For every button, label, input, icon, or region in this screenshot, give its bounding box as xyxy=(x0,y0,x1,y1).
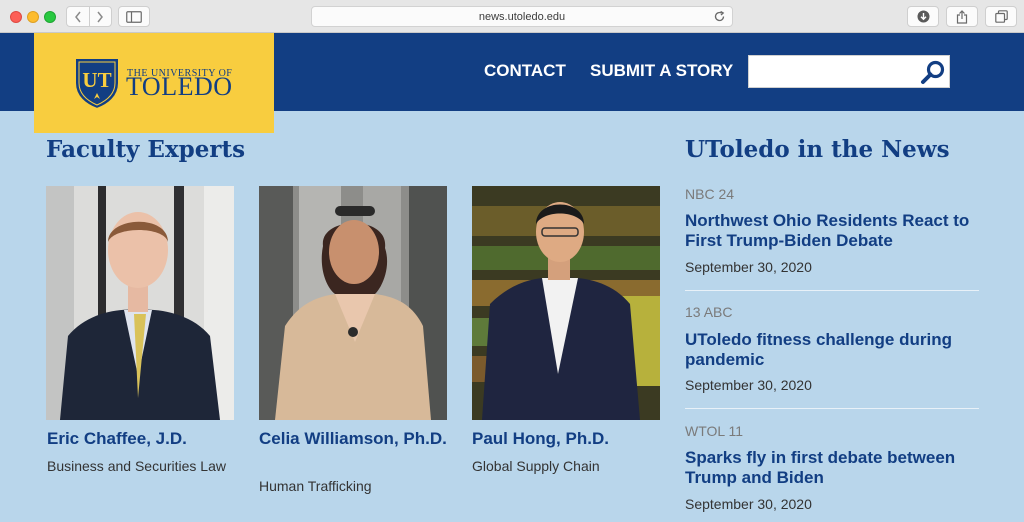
expert-specialty: Global Supply Chain xyxy=(472,458,600,474)
news-source: WTOL 11 xyxy=(685,423,744,439)
tab-overview-button[interactable] xyxy=(985,6,1017,27)
news-headline-link[interactable]: UToledo fitness challenge during pandemi… xyxy=(685,330,977,370)
shield-icon: UT xyxy=(74,57,120,111)
logo-monogram: UT xyxy=(82,68,111,92)
downloads-button[interactable] xyxy=(907,6,939,27)
nav-submit-story-link[interactable]: SUBMIT A STORY xyxy=(590,61,733,81)
tabs-icon xyxy=(994,10,1008,23)
university-logo[interactable]: UT THE UNIVERSITY OF TOLEDO xyxy=(34,33,274,133)
chevron-right-icon xyxy=(97,11,104,22)
expert-portrait-2 xyxy=(259,186,447,420)
news-divider xyxy=(685,290,979,291)
browser-toolbar: news.utoledo.edu xyxy=(0,0,1024,33)
expert-photo[interactable] xyxy=(472,186,660,420)
expert-name[interactable]: Eric Chaffee, J.D. xyxy=(47,429,187,449)
news-source: NBC 24 xyxy=(685,186,735,202)
news-date: September 30, 2020 xyxy=(685,377,812,393)
expert-photo[interactable] xyxy=(46,186,234,420)
address-bar[interactable]: news.utoledo.edu xyxy=(311,6,733,27)
expert-name[interactable]: Celia Williamson, Ph.D. xyxy=(259,429,449,449)
news-source: 13 ABC xyxy=(685,304,733,320)
news-heading: UToledo in the News xyxy=(685,136,950,163)
faculty-experts-heading: Faculty Experts xyxy=(46,136,246,163)
history-nav-group xyxy=(66,6,112,27)
logo-line-2: TOLEDO xyxy=(126,72,233,101)
sidebar-toggle-button[interactable] xyxy=(118,6,150,27)
close-window-button[interactable] xyxy=(10,11,22,23)
share-icon xyxy=(956,9,968,24)
expert-name[interactable]: Paul Hong, Ph.D. xyxy=(472,429,609,449)
news-headline-link[interactable]: Sparks fly in first debate between Trump… xyxy=(685,448,977,488)
url-text: news.utoledo.edu xyxy=(478,10,566,23)
sidebar-icon xyxy=(126,10,142,23)
forward-button[interactable] xyxy=(88,7,111,26)
expert-photo[interactable] xyxy=(259,186,447,420)
zoom-window-button[interactable] xyxy=(44,11,56,23)
chevron-left-icon xyxy=(75,11,81,22)
search-icon[interactable] xyxy=(919,58,947,86)
news-date: September 30, 2020 xyxy=(685,496,812,512)
minimize-window-button[interactable] xyxy=(27,11,39,23)
expert-portrait-3 xyxy=(472,186,660,420)
news-divider xyxy=(685,408,979,409)
expert-specialty: Business and Securities Law xyxy=(47,458,226,474)
download-icon xyxy=(917,10,929,23)
news-headline-link[interactable]: Northwest Ohio Residents React to First … xyxy=(685,211,977,251)
share-button[interactable] xyxy=(946,6,978,27)
news-date: September 30, 2020 xyxy=(685,259,812,275)
expert-portrait-1 xyxy=(46,186,234,420)
expert-specialty: Human Trafficking xyxy=(259,478,372,494)
nav-contact-link[interactable]: CONTACT xyxy=(484,61,566,81)
back-button[interactable] xyxy=(67,7,89,26)
reload-icon[interactable] xyxy=(713,10,726,23)
